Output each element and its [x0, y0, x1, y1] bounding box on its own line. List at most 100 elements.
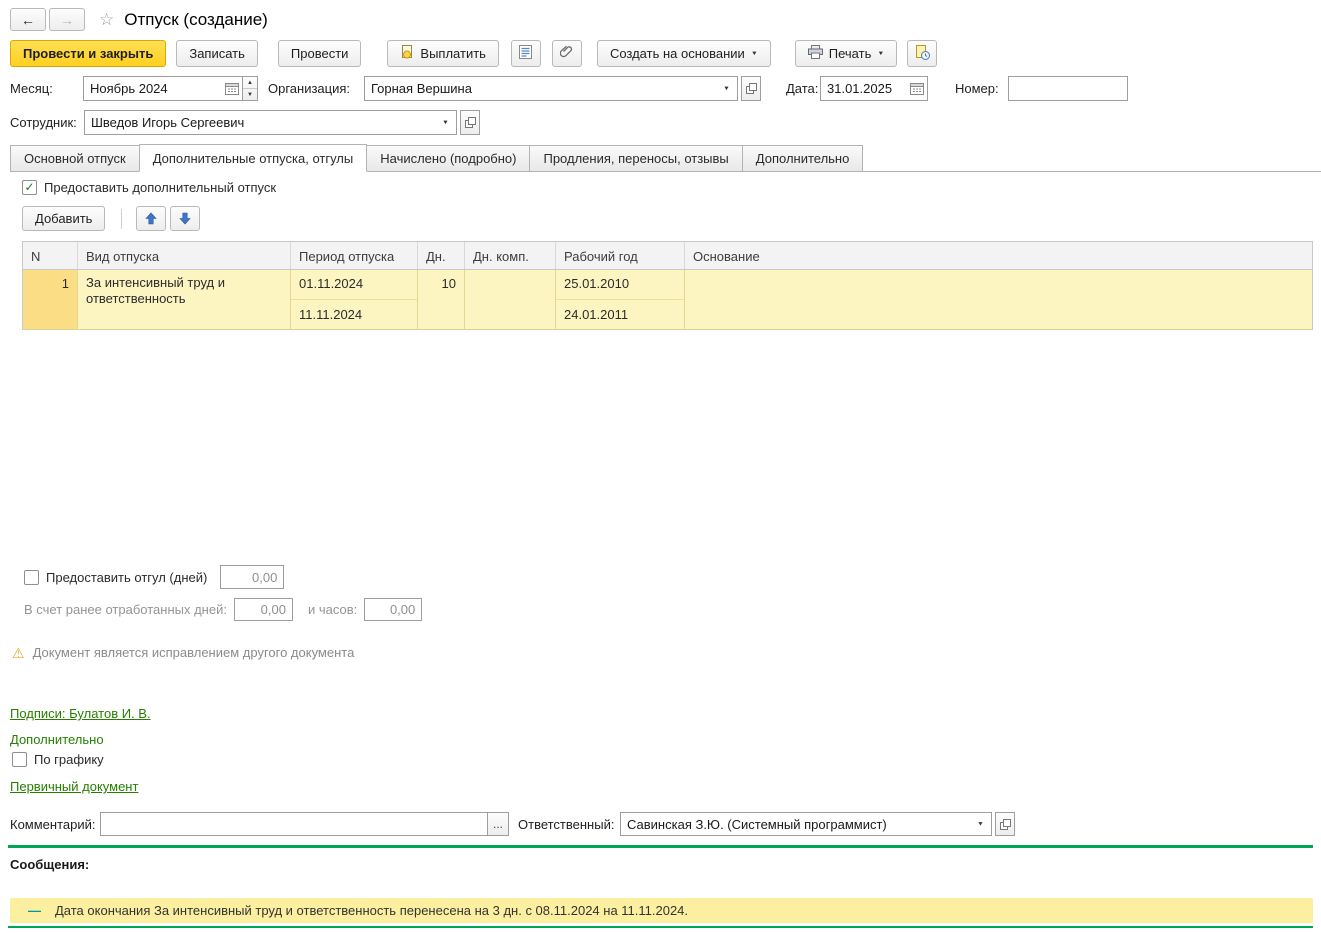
chevron-down-icon[interactable]: ▼ [970, 815, 991, 834]
primary-document-link[interactable]: Первичный документ [10, 779, 138, 794]
pay-icon [400, 45, 414, 62]
provide-timeoff-label: Предоставить отгул (дней) [46, 569, 208, 585]
cell-comp-days[interactable] [465, 270, 556, 329]
cell-period-start[interactable]: 01.11.2024 [291, 270, 417, 300]
by-schedule-checkbox[interactable] [12, 752, 27, 767]
cell-work-year-end[interactable]: 24.01.2011 [556, 300, 684, 329]
spinner-up-icon[interactable]: ▲ [243, 77, 257, 89]
vacations-table: N Вид отпуска Период отпуска Дн. Дн. ком… [22, 241, 1313, 330]
hours-input[interactable] [365, 599, 422, 620]
pay-button[interactable]: Выплатить [387, 40, 499, 67]
chevron-down-icon: ▼ [750, 50, 758, 57]
additional-group-link[interactable]: Дополнительно [10, 732, 104, 747]
employee-open-button[interactable] [460, 110, 480, 135]
organization-input[interactable] [365, 77, 716, 100]
date-field [820, 76, 928, 101]
open-icon [745, 83, 757, 94]
vacation-document-window: ← → ☆ Отпуск (создание) Провести и закры… [0, 0, 1321, 933]
post-and-close-button[interactable]: Провести и закрыть [10, 40, 167, 67]
forward-button[interactable]: → [49, 8, 85, 31]
print-button[interactable]: Печать ▼ [794, 40, 898, 67]
reminder-button[interactable] [907, 40, 938, 67]
provide-timeoff-checkbox[interactable] [24, 569, 39, 585]
correction-warning: ⚠ Документ является исправлением другого… [12, 645, 354, 660]
cell-period[interactable]: 01.11.2024 11.11.2024 [291, 270, 418, 329]
chevron-down-icon[interactable]: ▼ [435, 113, 456, 133]
organization-field: ▼ [364, 76, 738, 101]
cell-period-end[interactable]: 11.11.2024 [291, 300, 417, 329]
messages-separator [8, 845, 1313, 848]
responsible-label: Ответственный: [518, 817, 615, 832]
hours-label: и часов: [307, 602, 358, 617]
tab-additional-vacations[interactable]: Дополнительные отпуска, отгулы [138, 144, 368, 172]
provide-additional-vacation-label: Предоставить дополнительный отпуск [44, 180, 277, 195]
column-header-period: Период отпуска [291, 242, 418, 269]
date-input[interactable] [821, 77, 906, 100]
month-label: Месяц: [10, 81, 53, 96]
favorite-star-icon[interactable]: ☆ [99, 10, 114, 30]
month-input[interactable] [84, 77, 221, 100]
tab-accrued-detailed[interactable]: Начислено (подробно) [366, 145, 531, 171]
month-spinner: ▲ ▼ [243, 76, 258, 101]
divider [121, 208, 123, 229]
responsible-open-button[interactable] [995, 812, 1015, 836]
cell-row-number[interactable]: 1 [23, 270, 78, 329]
responsible-input[interactable] [621, 813, 970, 835]
post-and-close-label: Провести и закрыть [23, 46, 154, 61]
earned-days-row: В счет ранее отработанных дней: и часов: [24, 598, 423, 621]
header-fields-row-2: Сотрудник: ▼ [0, 110, 1321, 135]
timeoff-days-field [220, 565, 285, 589]
provide-additional-vacation-row: ✓ Предоставить дополнительный отпуск [22, 180, 276, 195]
move-up-icon [145, 212, 158, 225]
printer-icon [807, 45, 823, 62]
tab-additional[interactable]: Дополнительно [741, 145, 864, 171]
column-header-basis: Основание [693, 249, 760, 264]
provide-additional-vacation-checkbox[interactable]: ✓ [22, 180, 37, 195]
number-input[interactable] [1009, 77, 1127, 100]
tab-label: Основной отпуск [24, 151, 126, 166]
table-command-bar: Добавить [22, 206, 201, 231]
message-item[interactable]: — Дата окончания За интенсивный труд и о… [10, 898, 1313, 923]
cell-days[interactable]: 10 [418, 270, 465, 329]
move-row-up-button[interactable] [136, 206, 167, 231]
attachments-button[interactable] [551, 40, 582, 67]
tab-label: Дополнительные отпуска, отгулы [152, 150, 354, 166]
number-label: Номер: [955, 81, 999, 96]
chevron-down-icon[interactable]: ▼ [716, 79, 737, 99]
cell-basis[interactable] [685, 270, 1312, 329]
calendar-icon[interactable] [906, 77, 927, 100]
cell-vacation-type[interactable]: За интенсивный труд и ответственность [78, 270, 291, 329]
print-label: Печать [828, 46, 872, 61]
create-based-on-button[interactable]: Создать на основании ▼ [596, 40, 771, 67]
add-row-button[interactable]: Добавить [22, 206, 106, 231]
post-button[interactable]: Провести [277, 40, 362, 67]
comment-input[interactable] [101, 813, 487, 835]
organization-open-button[interactable] [741, 76, 761, 101]
signatures-link[interactable]: Подписи: Булатов И. В. [10, 706, 151, 721]
list-icon [519, 45, 533, 62]
accruals-list-button[interactable] [510, 40, 541, 67]
warning-text: Документ является исправлением другого д… [32, 645, 355, 660]
timeoff-days-input[interactable] [221, 566, 284, 588]
tab-label: Начислено (подробно) [380, 151, 517, 166]
message-dash-icon: — [28, 903, 41, 918]
tab-extensions-transfers[interactable]: Продления, переносы, отзывы [529, 145, 743, 171]
cell-work-year[interactable]: 25.01.2010 24.01.2011 [556, 270, 685, 329]
chevron-down-icon: ▼ [877, 50, 885, 57]
cell-work-year-start[interactable]: 25.01.2010 [556, 270, 684, 300]
spinner-down-icon[interactable]: ▼ [243, 89, 257, 100]
employee-input[interactable] [85, 111, 435, 134]
tab-main-vacation[interactable]: Основной отпуск [10, 145, 140, 171]
calendar-icon[interactable] [221, 77, 242, 100]
check-icon: ✓ [24, 180, 35, 194]
move-row-down-button[interactable] [170, 206, 201, 231]
employee-field: ▼ [84, 110, 457, 135]
bottom-separator [8, 926, 1313, 928]
back-button[interactable]: ← [10, 8, 46, 31]
table-row[interactable]: 1 За интенсивный труд и ответственность … [22, 270, 1313, 330]
tab-bar: Основной отпуск Дополнительные отпуска, … [10, 144, 1321, 172]
provide-timeoff-row: Предоставить отгул (дней) [24, 565, 285, 589]
write-button[interactable]: Записать [176, 40, 258, 67]
comment-more-button[interactable]: ... [487, 812, 509, 836]
earned-days-input[interactable] [234, 599, 292, 620]
